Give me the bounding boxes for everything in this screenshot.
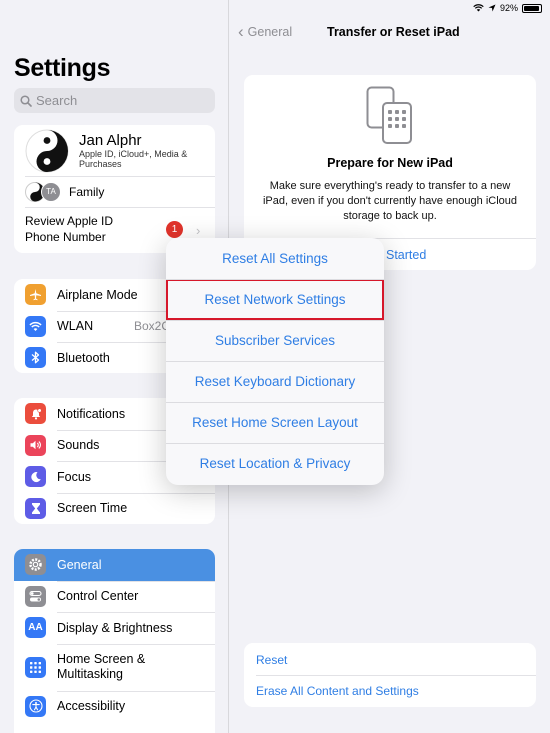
- airplane-icon: [25, 284, 46, 306]
- reset-button[interactable]: Reset: [256, 653, 287, 667]
- sidebar-title: Settings: [14, 54, 111, 82]
- ipad-transfer-icon: [366, 86, 412, 144]
- menu-item-reset-network-settings[interactable]: Reset Network Settings: [166, 279, 384, 320]
- search-placeholder: Search: [36, 93, 78, 108]
- menu-item-subscriber-services[interactable]: Subscriber Services: [166, 320, 384, 361]
- notification-badge: 1: [166, 221, 183, 238]
- family-initials-avatar: TA: [41, 181, 61, 202]
- sidebar-item-label: Bluetooth: [57, 350, 110, 365]
- menu-item-reset-all-settings[interactable]: Reset All Settings: [166, 238, 384, 279]
- profile-subtitle: Apple ID, iCloud+, Media & Purchases: [79, 149, 188, 169]
- divider: [256, 675, 536, 676]
- family-row[interactable]: TA Family: [14, 176, 215, 207]
- get-started-button[interactable]: Started: [386, 248, 426, 262]
- hourglass-icon: [25, 497, 46, 519]
- avatar: [25, 128, 69, 173]
- status-bar: 92%: [473, 0, 542, 16]
- wifi-icon: [25, 315, 46, 337]
- back-button[interactable]: ‹ General: [238, 22, 293, 41]
- menu-item-reset-keyboard-dictionary[interactable]: Reset Keyboard Dictionary: [166, 361, 384, 402]
- moon-icon: [25, 466, 46, 488]
- review-line-1: Review Apple ID: [25, 214, 114, 228]
- gear-icon: [25, 554, 46, 576]
- reset-options-menu: Reset All Settings Reset Network Setting…: [166, 238, 384, 485]
- sidebar-item-label: Accessibility: [57, 699, 126, 714]
- text-size-icon: AA: [25, 617, 46, 639]
- location-status-icon: [488, 4, 496, 12]
- sidebar-item-label: Screen Time: [57, 501, 128, 516]
- navigation-bar: ‹ General Transfer or Reset iPad: [230, 18, 550, 46]
- general-group: General Control Center AA Display & Brig…: [14, 549, 215, 733]
- battery-percent: 92%: [499, 3, 518, 13]
- sidebar-item-control-center[interactable]: Control Center: [14, 580, 215, 613]
- grid-icon: [25, 656, 46, 678]
- menu-item-reset-location-privacy[interactable]: Reset Location & Privacy: [166, 443, 384, 484]
- sidebar-item-label: Home Screen &: [57, 652, 146, 666]
- menu-item-reset-home-screen-layout[interactable]: Reset Home Screen Layout: [166, 402, 384, 443]
- sidebar-item-display-brightness[interactable]: AA Display & Brightness: [14, 612, 215, 644]
- sidebar-item-screen-time[interactable]: Screen Time: [14, 492, 215, 525]
- erase-all-button[interactable]: Erase All Content and Settings: [256, 684, 419, 698]
- chevron-left-icon: ‹: [238, 22, 244, 41]
- sidebar-item-label: Notifications: [57, 406, 126, 421]
- sidebar-item-label: Display & Brightness: [57, 620, 173, 635]
- sidebar-item-label-line2: Multitasking: [57, 667, 123, 681]
- sidebar-item-label: General: [57, 557, 102, 572]
- prepare-title: Prepare for New iPad: [327, 156, 453, 170]
- sidebar-item-home-screen[interactable]: Home Screen & Multitasking: [14, 643, 215, 691]
- page-title: Transfer or Reset iPad: [327, 25, 460, 39]
- speaker-icon: [25, 434, 46, 456]
- sidebar-item-general[interactable]: General: [14, 549, 215, 581]
- back-label: General: [247, 25, 293, 39]
- battery-icon: [522, 3, 542, 13]
- wifi-status-icon: [473, 4, 484, 12]
- sidebar-item-accessibility[interactable]: Accessibility: [14, 690, 215, 723]
- bell-icon: [25, 403, 46, 425]
- sidebar-item-label: Airplane Mode: [57, 287, 138, 302]
- prepare-description: Make sure everything's ready to transfer…: [262, 180, 518, 222]
- sidebar-item-label: WLAN: [57, 319, 94, 334]
- search-input[interactable]: Search: [14, 88, 215, 113]
- chevron-right-icon: ›: [196, 223, 201, 238]
- reset-card: Reset Erase All Content and Settings: [244, 643, 536, 707]
- toggles-icon: [25, 585, 46, 607]
- account-group: Jan Alphr Apple ID, iCloud+, Media & Pur…: [14, 125, 215, 253]
- sidebar-item-label: Focus: [57, 469, 92, 484]
- sidebar-item-label: Sounds: [57, 438, 100, 453]
- profile-name: Jan Alphr: [79, 132, 142, 149]
- bluetooth-icon: [25, 347, 46, 369]
- sidebar-item-label: Control Center: [57, 589, 139, 604]
- accessibility-icon: [25, 695, 46, 717]
- wlan-network-name: Box2C: [134, 319, 171, 334]
- apple-id-profile[interactable]: Jan Alphr Apple ID, iCloud+, Media & Pur…: [14, 125, 215, 176]
- family-label: Family: [69, 184, 105, 199]
- search-icon: [20, 94, 32, 107]
